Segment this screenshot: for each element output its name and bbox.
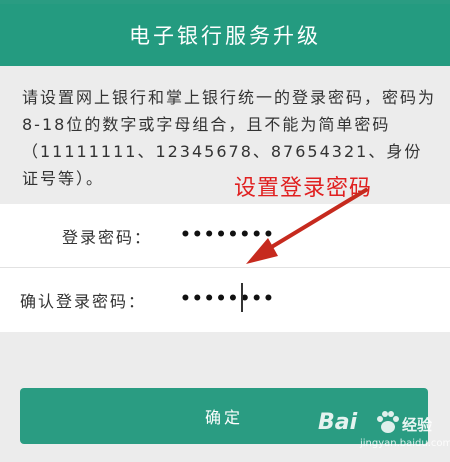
watermark: Bai 经验 jingyan.baidu.com xyxy=(316,402,450,454)
paw-icon xyxy=(377,411,399,433)
confirm-button-label: 确定 xyxy=(204,408,243,427)
confirm-password-field[interactable]: •••••••• xyxy=(180,289,275,309)
watermark-word: 经验 xyxy=(402,416,433,434)
password-rules-notice: 请设置网上银行和掌上银行统一的登录密码，密码为8-18位的数字或字母组合，且不能… xyxy=(22,88,437,188)
page-title: 电子银行服务升级 xyxy=(129,24,321,48)
annotation-arrow-icon xyxy=(246,188,368,264)
watermark-brand: Bai xyxy=(318,410,358,435)
confirm-password-label: 确认登录密码： xyxy=(20,292,147,311)
text-cursor xyxy=(241,283,243,312)
watermark-url: jingyan.baidu.com xyxy=(360,438,450,449)
password-label: 登录密码： xyxy=(62,228,153,247)
form-divider xyxy=(0,267,450,268)
app-header: 电子银行服务升级 xyxy=(0,4,450,66)
